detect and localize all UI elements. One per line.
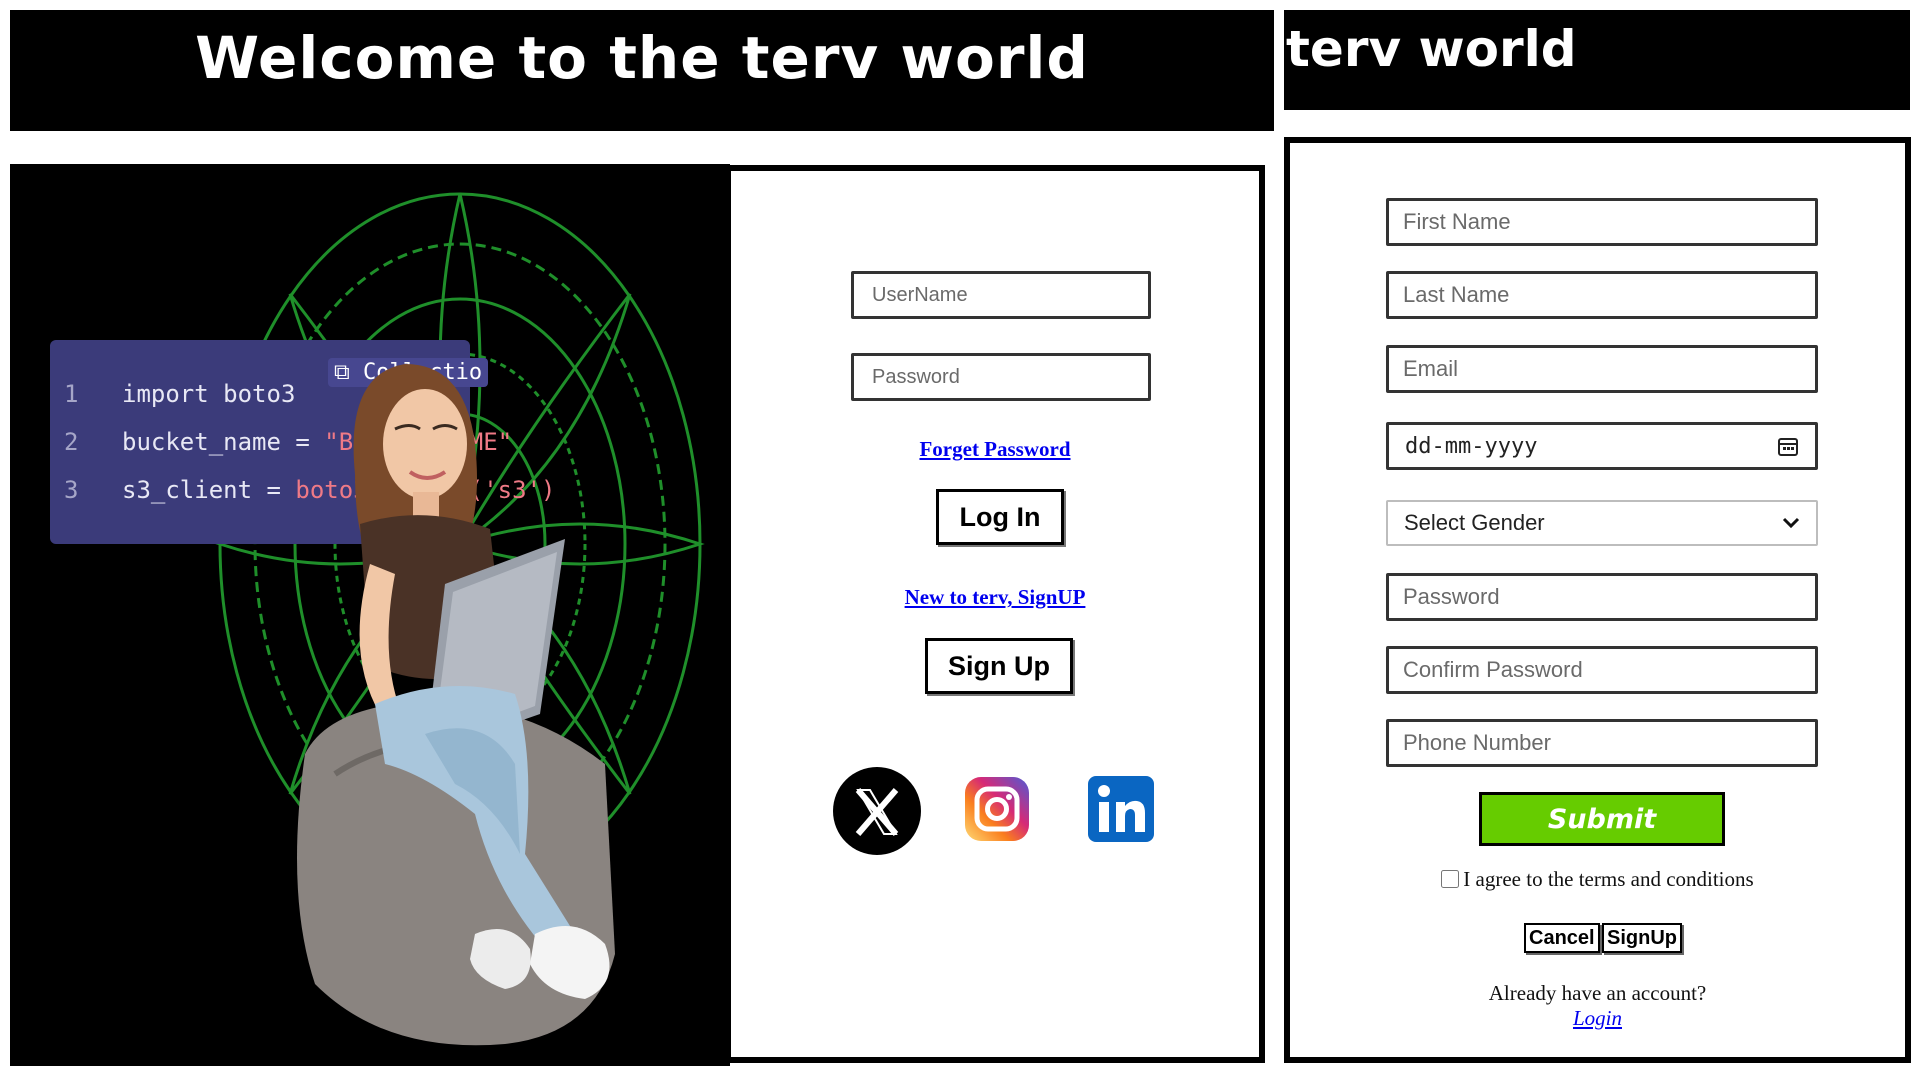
x-icon[interactable] [832,766,922,856]
already-have-account-text: Already have an account? [1488,981,1707,1005]
username-input[interactable] [851,271,1151,319]
signup-button[interactable]: Sign Up [925,638,1073,694]
first-name-input[interactable] [1386,198,1818,246]
girl-with-laptop-illustration [297,364,615,1046]
cancel-button[interactable]: Cancel [1524,923,1600,953]
date-placeholder: dd-mm-yyyy [1405,433,1538,459]
gender-selected-value: Select Gender [1404,510,1545,535]
instagram-icon[interactable] [963,775,1031,843]
password-input[interactable] [851,353,1151,401]
terms-checkbox[interactable] [1441,870,1460,888]
signup-panel: dd-mm-yyyy Select Gender Submit I agree … [1284,137,1911,1063]
signup-submit-button[interactable]: SignUp [1602,923,1682,953]
confirm-password-input[interactable] [1386,646,1818,694]
submit-button[interactable]: Submit [1479,792,1725,846]
login-link[interactable]: Login [1290,1006,1905,1031]
email-input[interactable] [1386,345,1818,393]
welcome-banner: Welcome to the terv world [10,10,1274,131]
hero-image: ⧉ Collectio 1import boto3 2bucket_name =… [10,164,730,1066]
last-name-input[interactable] [1386,271,1818,319]
login-panel: Forget Password Log In New to terv, Sign… [725,165,1265,1063]
signup-title: terv world [1286,20,1577,78]
forget-password-link[interactable]: Forget Password [731,437,1259,462]
date-of-birth-input[interactable]: dd-mm-yyyy [1386,422,1818,470]
gender-select[interactable]: Select Gender [1386,500,1818,546]
phone-number-input[interactable] [1386,719,1818,767]
terms-label: I agree to the terms and conditions [1463,867,1754,891]
linkedin-icon[interactable] [1087,775,1155,843]
code-line: 1 import boto3 [64,380,296,408]
welcome-title: Welcome to the terv world [195,24,1089,92]
chevron-down-icon [1782,517,1800,529]
signup-password-input[interactable] [1386,573,1818,621]
signup-banner: terv world [1284,10,1910,110]
terms-row: I agree to the terms and conditions [1290,867,1905,892]
signup-link[interactable]: New to terv, SignUP [731,585,1259,610]
login-button[interactable]: Log In [936,489,1064,545]
calendar-icon[interactable] [1777,435,1799,457]
